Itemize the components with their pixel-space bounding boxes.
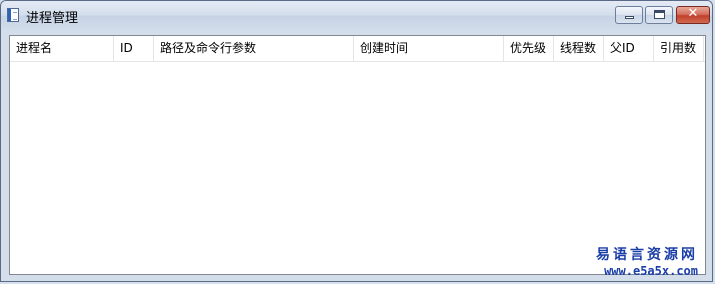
column-header-ref-count[interactable]: 引用数: [654, 36, 704, 61]
minimize-button[interactable]: [615, 6, 643, 24]
column-header-priority[interactable]: 优先级: [504, 36, 554, 61]
column-header-parent-id[interactable]: 父ID: [604, 36, 654, 61]
process-manager-window: 进程管理 ✕ 进程名 ID 路径及命令行参数 创建时间 优先级 线程数 父ID …: [0, 0, 713, 282]
minimize-icon: [625, 16, 634, 19]
window-title: 进程管理: [26, 11, 79, 26]
process-list[interactable]: 进程名 ID 路径及命令行参数 创建时间 优先级 线程数 父ID 引用数: [9, 35, 706, 275]
title-bar[interactable]: 进程管理 ✕: [1, 1, 712, 30]
maximize-button[interactable]: [645, 6, 673, 24]
column-header-create-time[interactable]: 创建时间: [354, 36, 504, 61]
watermark-url: www.e5a5x.com: [604, 264, 698, 278]
app-icon: [7, 8, 19, 22]
column-header-path[interactable]: 路径及命令行参数: [154, 36, 354, 61]
column-header-thread-count[interactable]: 线程数: [554, 36, 604, 61]
watermark: 易语言资源网 www.e5a5x.com: [596, 244, 698, 278]
watermark-brand: 易语言资源网: [596, 247, 698, 263]
list-header: 进程名 ID 路径及命令行参数 创建时间 优先级 线程数 父ID 引用数: [10, 36, 705, 62]
column-header-id[interactable]: ID: [114, 36, 154, 61]
column-header-process-name[interactable]: 进程名: [10, 36, 114, 61]
maximize-icon: [654, 10, 665, 19]
close-button[interactable]: ✕: [676, 6, 710, 24]
close-icon: ✕: [687, 6, 699, 21]
